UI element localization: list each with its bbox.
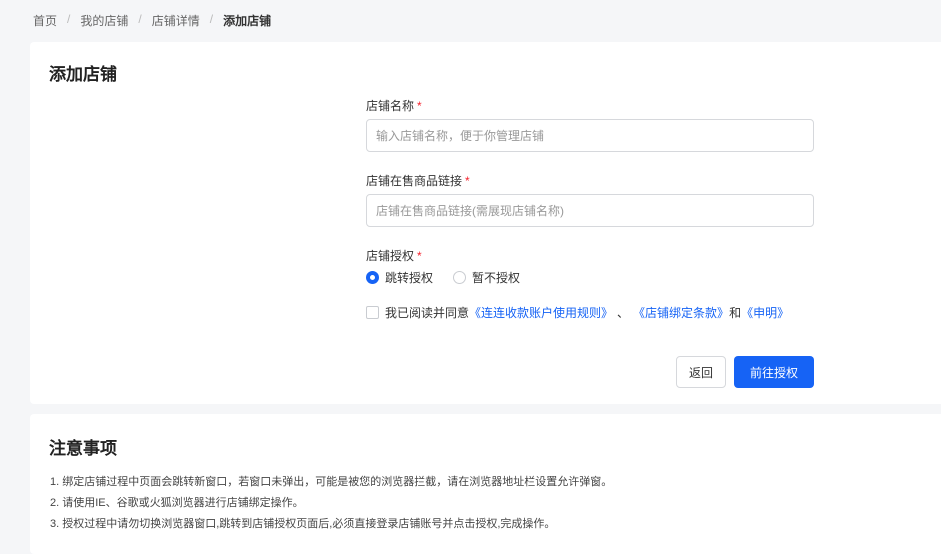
radio-redirect-auth[interactable]: 跳转授权	[366, 269, 433, 286]
radio-label: 跳转授权	[385, 271, 434, 285]
authorize-button[interactable]: 前往授权	[734, 356, 814, 388]
shop-auth-label: 店铺授权 *	[366, 247, 422, 264]
shop-link-label: 店铺在售商品链接 *	[366, 172, 470, 189]
required-mark: *	[465, 174, 470, 188]
breadcrumb-separator: /	[67, 12, 71, 26]
shop-name-input[interactable]	[366, 119, 814, 152]
required-mark: *	[417, 99, 422, 113]
breadcrumb: 首页 / 我的店铺 / 店铺详情 / 添加店铺	[33, 12, 271, 29]
account-rules-link[interactable]: 《连连收款账户使用规则》	[469, 304, 613, 321]
radio-unchecked-icon	[453, 271, 467, 284]
radio-label: 暂不授权	[472, 271, 521, 285]
back-button[interactable]: 返回	[676, 356, 726, 388]
label-text: 店铺名称	[366, 99, 415, 113]
note-item: 3. 授权过程中请勿切换浏览器窗口,跳转到店铺授权页面后,必须直接登录店铺账号并…	[50, 518, 556, 530]
label-text: 店铺授权	[366, 249, 415, 263]
radio-checked-icon	[366, 271, 379, 284]
breadcrumb-home[interactable]: 首页	[33, 12, 57, 29]
auth-radio-group: 跳转授权 暂不授权	[366, 269, 540, 286]
note-item: 2. 请使用IE、谷歌或火狐浏览器进行店铺绑定操作。	[50, 497, 304, 509]
note-item: 1. 绑定店铺过程中页面会跳转新窗口，若窗口未弹出，可能是被您的浏览器拦截，请在…	[50, 476, 613, 488]
statement-link[interactable]: 《申明》	[741, 304, 789, 321]
binding-terms-link[interactable]: 《店铺绑定条款》	[633, 304, 729, 321]
notes-card: 注意事项 1. 绑定店铺过程中页面会跳转新窗口，若窗口未弹出，可能是被您的浏览器…	[30, 414, 941, 554]
agreement-checkbox[interactable]	[366, 306, 379, 319]
and-text: 和	[729, 306, 742, 320]
notes-list: 1. 绑定店铺过程中页面会跳转新窗口，若窗口未弹出，可能是被您的浏览器拦截，请在…	[50, 472, 612, 535]
separator: 、	[617, 306, 630, 320]
breadcrumb-current: 添加店铺	[223, 14, 272, 28]
shop-name-label: 店铺名称 *	[366, 97, 422, 114]
page-title: 添加店铺	[49, 65, 117, 84]
breadcrumb-separator: /	[209, 12, 214, 26]
label-text: 店铺在售商品链接	[366, 174, 463, 188]
radio-skip-auth[interactable]: 暂不授权	[453, 269, 520, 286]
agreement-text: 我已阅读并同意	[385, 306, 470, 320]
add-shop-card: 添加店铺 店铺名称* 店铺在售商品链接* 店铺授权* 跳转授权 暂不授权 我已阅…	[30, 42, 941, 404]
notes-title: 注意事项	[49, 439, 117, 458]
breadcrumb-shop-detail[interactable]: 店铺详情	[152, 12, 200, 29]
breadcrumb-my-shops[interactable]: 我的店铺	[80, 12, 128, 29]
shop-link-input[interactable]	[366, 194, 814, 227]
breadcrumb-separator: /	[138, 12, 142, 26]
agreement-row: 我已阅读并同意 《连连收款账户使用规则》 、 《店铺绑定条款》 和 《申明》	[366, 304, 789, 321]
required-mark: *	[417, 249, 422, 263]
